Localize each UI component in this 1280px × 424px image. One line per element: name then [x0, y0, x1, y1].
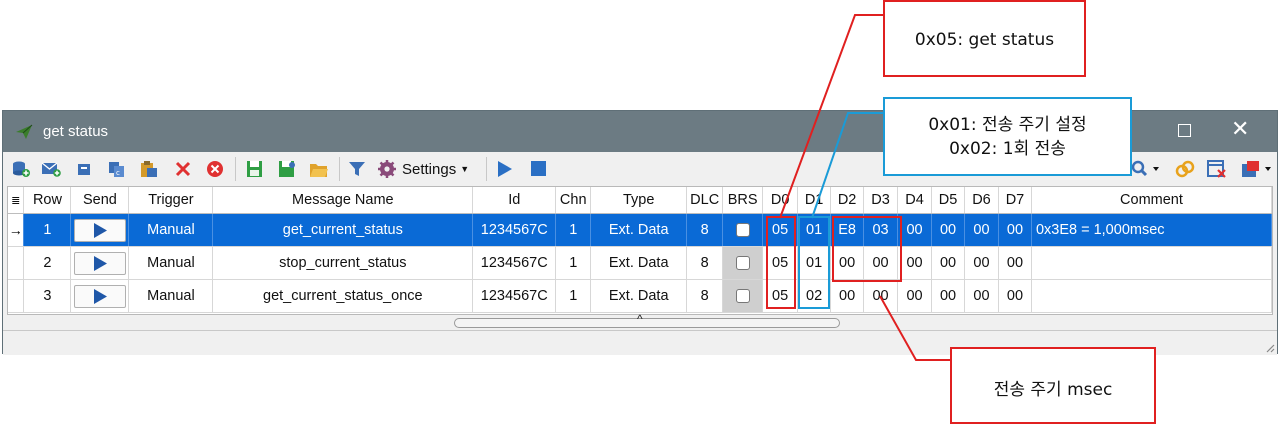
d2-d3-callout: 전송 주기 msec	[950, 347, 1156, 424]
d1-callout-line1: 0x01: 전송 주기 설정	[928, 115, 1087, 135]
d1-callout: 0x01: 전송 주기 설정 0x02: 1회 전송	[883, 97, 1132, 176]
d1-callout-line2: 0x02: 1회 전송	[949, 139, 1066, 159]
d0-callout-text: 0x05: get status	[914, 30, 1055, 50]
d2-d3-leader-line	[879, 295, 950, 361]
d0-leader-line	[779, 14, 883, 219]
d2-d3-callout-text: 전송 주기 msec	[993, 380, 1113, 400]
d0-callout: 0x05: get status	[883, 0, 1086, 77]
d1-leader-line	[811, 112, 883, 219]
